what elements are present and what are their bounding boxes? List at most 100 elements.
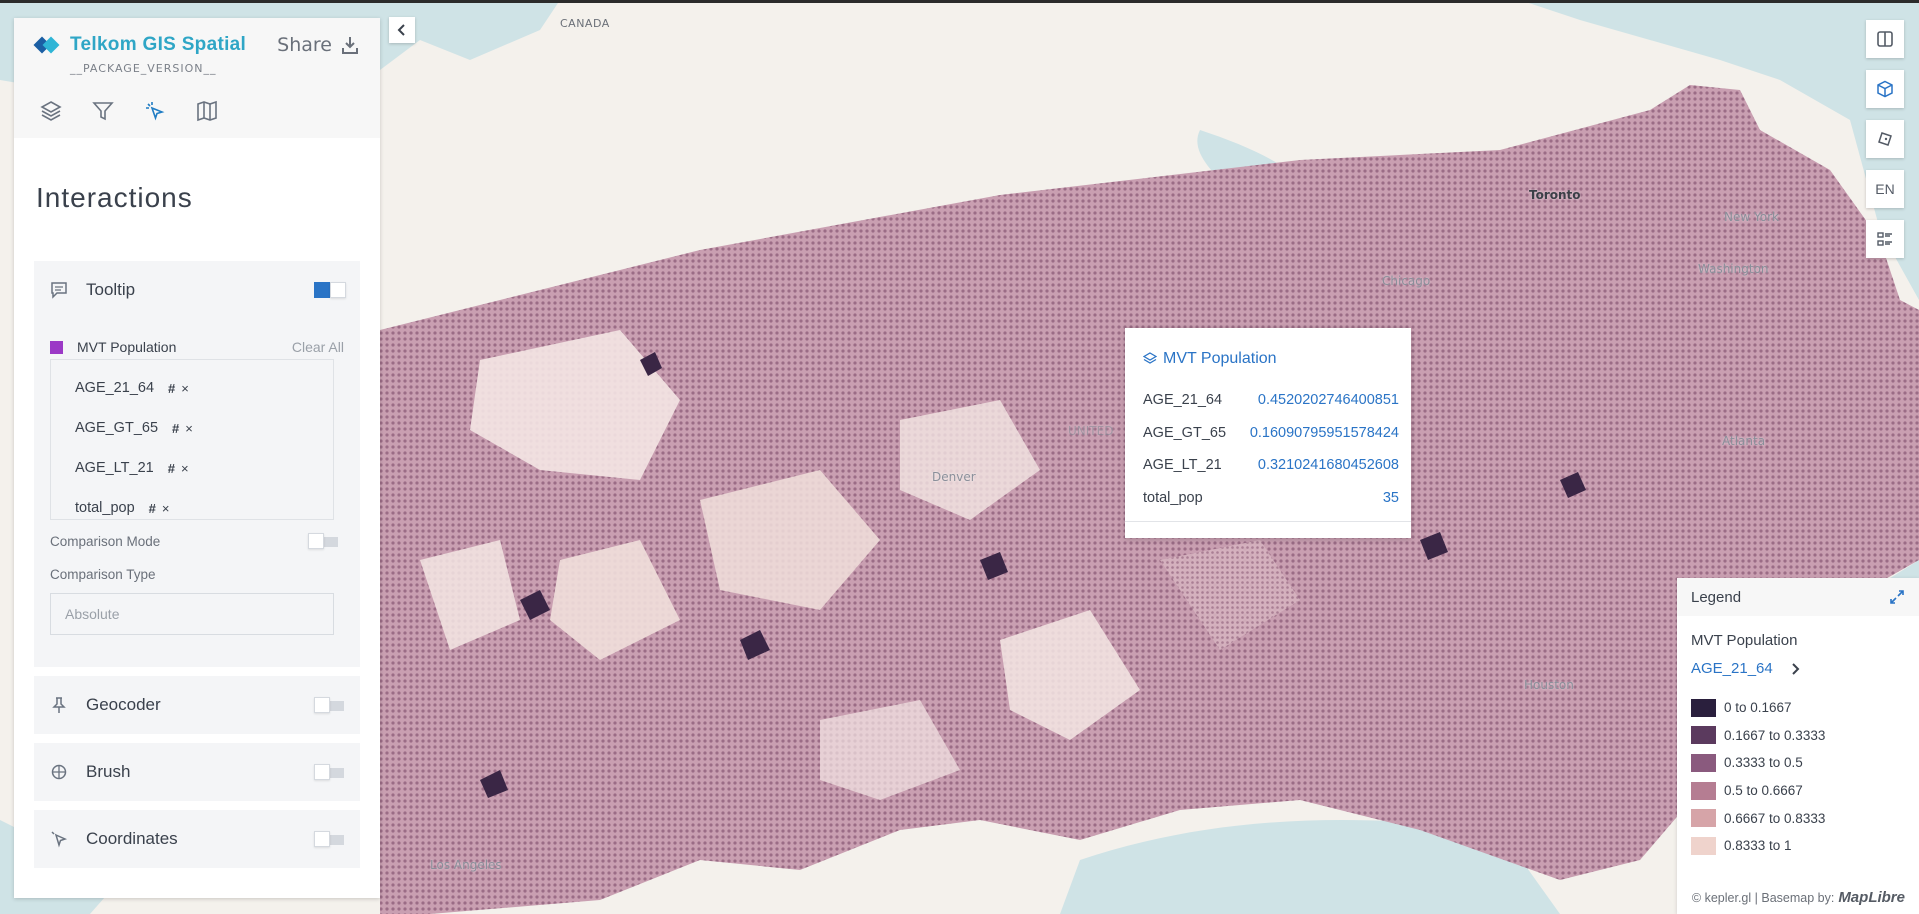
legend-icon [1877, 232, 1892, 246]
tooltip-row-value: 0.3210241680452608 [1257, 457, 1399, 474]
map-label-canada: CANADA [560, 17, 610, 30]
comparison-mode-row: Comparison Mode [50, 533, 340, 549]
format-hash-icon[interactable]: # [168, 461, 175, 476]
field-chip: total_pop # × [75, 488, 323, 528]
map-label-houston: Houston [1524, 678, 1574, 692]
field-chip-label: AGE_21_64 [75, 380, 155, 396]
pin-icon [50, 696, 70, 714]
collapse-panel-button[interactable] [389, 17, 415, 43]
legend-swatch [1691, 726, 1716, 745]
brand: Telkom GIS Spatial [33, 34, 247, 56]
comparison-mode-toggle[interactable] [308, 533, 340, 549]
legend-item-label: 0.5 to 0.6667 [1724, 783, 1803, 799]
tooltip-toggle[interactable] [314, 282, 346, 298]
attribution-text: © kepler.gl | Basemap by: [1691, 890, 1835, 905]
tooltip-row: AGE_LT_21 0.3210241680452608 [1143, 449, 1399, 482]
tooltip-field-selector[interactable]: AGE_21_64 # × AGE_GT_65 # × AGE_LT_21 # … [50, 359, 334, 520]
panel-tabs [40, 100, 248, 132]
map-label-new-york: New York [1724, 210, 1779, 224]
tab-layers[interactable] [40, 100, 92, 132]
browser-top-strip [0, 0, 1919, 3]
legend-item: 0.1667 to 0.3333 [1691, 722, 1825, 750]
tooltip-layer-row: MVT Population Clear All [50, 339, 344, 355]
legend-items: 0 to 0.1667 0.1667 to 0.3333 0.3333 to 0.5… [1691, 694, 1825, 860]
coordinates-toggle[interactable] [314, 831, 346, 847]
format-hash-icon[interactable]: # [172, 421, 179, 436]
tooltip-row-key: AGE_LT_21 [1143, 457, 1222, 474]
layers-icon [40, 101, 62, 121]
legend-field-label: AGE_21_64 [1691, 660, 1773, 677]
legend-swatch [1691, 781, 1716, 800]
cursor-icon [50, 830, 70, 848]
tooltip-row-value: 35 [1382, 489, 1399, 506]
remove-field-icon[interactable]: × [181, 381, 189, 396]
draw-polygon-icon [1878, 132, 1892, 146]
cursor-click-icon [146, 102, 165, 121]
tab-interactions[interactable] [144, 100, 196, 132]
legend-item-label: 0.3333 to 0.5 [1724, 755, 1803, 771]
remove-field-icon[interactable]: × [185, 421, 193, 436]
legend-button[interactable] [1866, 220, 1904, 258]
brand-name: Telkom GIS Spatial [70, 34, 247, 55]
map-hover-tooltip: MVT Population AGE_21_64 0.4520202746400… [1125, 328, 1411, 538]
maplibre-logo: MapLibre [1838, 889, 1905, 906]
legend-item: 0.3333 to 0.5 [1691, 749, 1825, 777]
geocoder-card: Geocoder [34, 676, 360, 734]
map-attribution: © kepler.gl | Basemap by: MapLibre [1692, 889, 1905, 906]
tooltip-row: AGE_21_64 0.4520202746400851 [1143, 384, 1399, 417]
brush-label: Brush [86, 762, 131, 781]
map-label-washington: Washington [1698, 262, 1769, 276]
toggle-3d-button[interactable] [1866, 70, 1904, 108]
remove-field-icon[interactable]: × [162, 501, 170, 516]
map-label-atlanta: Atlanta [1722, 434, 1766, 448]
crosshair-icon [50, 763, 70, 781]
legend-title: Legend [1691, 588, 1742, 606]
tooltip-rows: AGE_21_64 0.4520202746400851 AGE_GT_65 0… [1143, 384, 1399, 514]
tooltip-layer-name: MVT Population [77, 339, 177, 355]
tooltip-row-value: 0.16090795951578424 [1249, 424, 1399, 441]
tooltip-row-key: total_pop [1143, 489, 1203, 506]
format-hash-icon[interactable]: # [149, 501, 156, 516]
tooltip-title: MVT Population [1143, 350, 1277, 368]
legend-field[interactable]: AGE_21_64 [1691, 660, 1801, 677]
legend-item: 0.8333 to 1 [1691, 832, 1825, 860]
geocoder-header: Geocoder [34, 676, 360, 734]
message-icon [50, 281, 70, 299]
geocoder-toggle[interactable] [314, 697, 346, 713]
map-label-chicago: Chicago [1382, 274, 1431, 288]
remove-field-icon[interactable]: × [181, 461, 189, 476]
collapse-legend-icon[interactable] [1889, 589, 1905, 605]
tooltip-row: total_pop 35 [1143, 482, 1399, 515]
format-hash-icon[interactable]: # [168, 381, 175, 396]
split-map-button[interactable] [1866, 20, 1904, 58]
legend-swatch [1691, 698, 1716, 717]
share-label: Share [277, 34, 332, 56]
comparison-type-select[interactable]: Absolute [50, 593, 334, 635]
geocoder-label: Geocoder [86, 695, 161, 714]
comparison-type-label: Comparison Type [50, 567, 156, 582]
share-button[interactable]: Share [277, 34, 360, 56]
layer-color-swatch [50, 340, 63, 354]
legend-item-label: 0.1667 to 0.3333 [1724, 727, 1826, 743]
field-chip-label: total_pop [75, 500, 135, 516]
tab-basemap[interactable] [196, 100, 248, 132]
side-panel: Telkom GIS Spatial __PACKAGE_VERSION__ S… [14, 18, 380, 898]
legend-item: 0 to 0.1667 [1691, 694, 1825, 722]
brush-toggle[interactable] [314, 764, 346, 780]
legend-layer-name: MVT Population [1691, 632, 1798, 649]
legend-item: 0.5 to 0.6667 [1691, 777, 1825, 805]
layers-icon [1143, 352, 1157, 364]
download-icon [342, 37, 358, 54]
legend-item-label: 0.6667 to 0.8333 [1724, 810, 1826, 826]
tab-filters[interactable] [92, 100, 144, 132]
split-map-icon [1877, 31, 1893, 47]
cube-icon [1877, 80, 1893, 98]
coordinates-label: Coordinates [86, 829, 178, 848]
legend-item-label: 0 to 0.1667 [1724, 700, 1792, 716]
tooltip-divider [1125, 521, 1411, 522]
coordinates-header: Coordinates [34, 810, 360, 868]
draw-button[interactable] [1866, 120, 1904, 158]
locale-button[interactable]: EN [1866, 170, 1904, 208]
brush-header: Brush [34, 743, 360, 801]
clear-all-button[interactable]: Clear All [292, 339, 344, 355]
